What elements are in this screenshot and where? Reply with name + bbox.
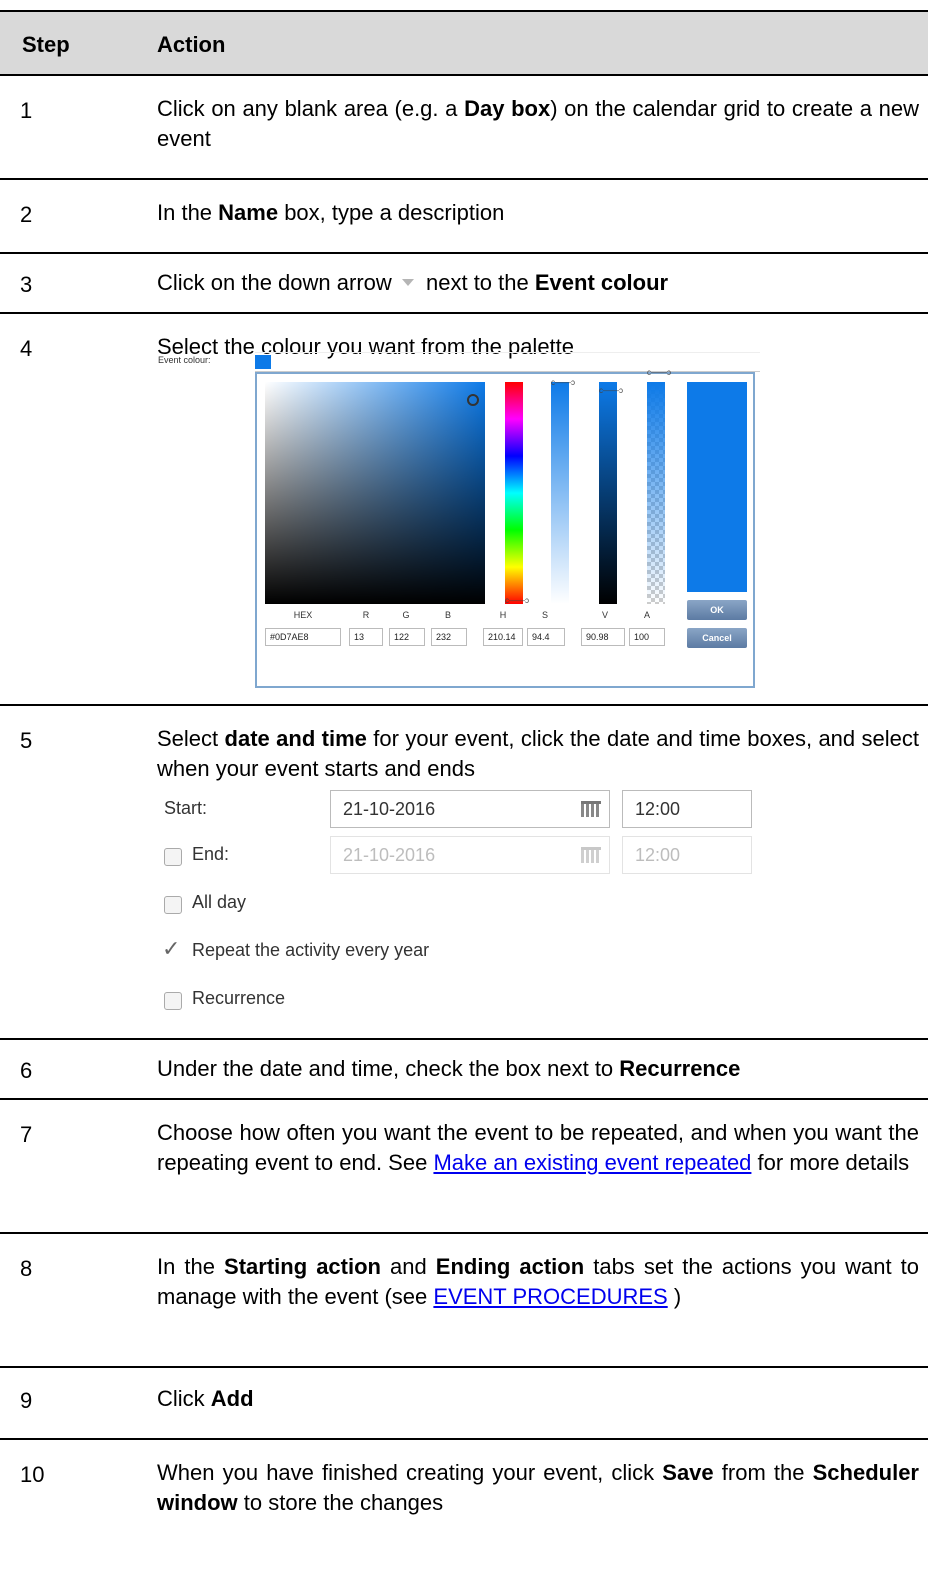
step-number: 10: [20, 1462, 45, 1487]
end-date-field[interactable]: 21-10-2016: [330, 836, 610, 874]
cancel-button[interactable]: Cancel: [687, 628, 747, 648]
ok-button[interactable]: OK: [687, 600, 747, 620]
v-label: V: [601, 610, 608, 620]
step-number: 3: [20, 272, 33, 297]
table-row: 8 In the Starting action and Ending acti…: [0, 1234, 928, 1368]
table-header: Step Action: [0, 10, 928, 76]
start-time-field[interactable]: 12:00: [622, 790, 752, 828]
step-number: 1: [20, 98, 33, 123]
step-number: 4: [20, 336, 33, 361]
table-row: 1 Click on any blank area (e.g. a Day bo…: [0, 76, 928, 180]
b-label: B: [444, 610, 451, 620]
step-number: 5: [20, 728, 33, 753]
down-arrow-icon: [401, 279, 414, 287]
calendar-icon[interactable]: [581, 801, 601, 817]
g-field[interactable]: 122: [389, 628, 425, 646]
step-text: In the Name box, type a description: [157, 200, 505, 225]
saturation-slider-handle[interactable]: c——ɔ: [551, 378, 575, 387]
r-label: R: [362, 610, 370, 620]
all-day-checkbox[interactable]: [164, 896, 182, 914]
step-number: 8: [20, 1256, 33, 1281]
color-picker: Event colour: c——ɔ c——ɔ c——ɔ c——ɔ OK Can…: [150, 350, 762, 690]
a-label: A: [643, 610, 650, 620]
step-text: Choose how often you want the event to b…: [157, 1120, 919, 1175]
event-procedures-link[interactable]: EVENT PROCEDURES: [433, 1284, 667, 1309]
a-field[interactable]: 100: [629, 628, 665, 646]
all-day-label: All day: [192, 892, 247, 912]
saturation-value-field[interactable]: [265, 382, 485, 604]
colour-swatch: [255, 355, 271, 369]
saturation-slider[interactable]: [551, 382, 569, 604]
hex-field[interactable]: #0D7AE8: [265, 628, 341, 646]
r-field[interactable]: 13: [349, 628, 383, 646]
h-label: H: [499, 610, 507, 620]
step-text: Click on the down arrow next to the Even…: [157, 270, 669, 295]
step-text: Select date and time for your event, cli…: [157, 726, 920, 781]
step-number: 2: [20, 202, 33, 227]
calendar-icon[interactable]: [581, 847, 601, 863]
start-label: Start:: [164, 798, 208, 818]
step-text: In the Starting action and Ending action…: [157, 1254, 920, 1309]
picker-panel: c——ɔ c——ɔ c——ɔ c——ɔ OK Cancel HEX R G B …: [255, 368, 755, 688]
make-existing-event-repeated-link[interactable]: Make an existing event repeated: [433, 1150, 751, 1175]
alpha-slider[interactable]: [647, 382, 665, 604]
table-row: 10 When you have finished creating your …: [0, 1440, 928, 1578]
hue-slider[interactable]: [505, 382, 523, 604]
checkmark-icon[interactable]: ✓: [162, 936, 180, 962]
table-row: 3 Click on the down arrow next to the Ev…: [0, 254, 928, 314]
h-field[interactable]: 210.14: [483, 628, 523, 646]
step-number: 6: [20, 1058, 33, 1083]
s-field[interactable]: 94.4: [527, 628, 565, 646]
colour-preview: [687, 382, 747, 592]
header-step: Step: [22, 32, 70, 57]
header-action: Action: [157, 32, 226, 57]
alpha-slider-handle[interactable]: c——ɔ: [647, 368, 671, 377]
event-colour-select[interactable]: [255, 352, 760, 372]
v-field[interactable]: 90.98: [581, 628, 625, 646]
hex-label: HEX: [293, 610, 313, 620]
step-number: 7: [20, 1122, 33, 1147]
step-text: When you have finished creating your eve…: [157, 1460, 919, 1515]
step-text: Click on any blank area (e.g. a Day box)…: [157, 96, 919, 151]
end-label: End:: [192, 844, 230, 864]
end-time-field[interactable]: 12:00: [622, 836, 752, 874]
table-row: 7 Choose how often you want the event to…: [0, 1100, 928, 1234]
datetime-form: Start: 21-10-2016 12:00 End: 21-10-2016 …: [160, 788, 760, 1018]
g-label: G: [402, 610, 410, 620]
step-number: 9: [20, 1388, 33, 1413]
table-row: 9 Click Add: [0, 1368, 928, 1440]
hue-slider-handle[interactable]: c——ɔ: [505, 596, 529, 605]
recurrence-checkbox[interactable]: [164, 992, 182, 1010]
instruction-table: Step Action 1 Click on any blank area (e…: [0, 0, 928, 1578]
event-colour-label: Event colour:: [158, 355, 211, 365]
b-field[interactable]: 232: [431, 628, 467, 646]
table-row: 2 In the Name box, type a description: [0, 180, 928, 254]
colour-selector-handle[interactable]: [467, 394, 479, 406]
value-slider-handle[interactable]: c——ɔ: [599, 386, 623, 395]
s-label: S: [541, 610, 548, 620]
end-checkbox[interactable]: [164, 848, 182, 866]
value-slider[interactable]: [599, 382, 617, 604]
step-text: Under the date and time, check the box n…: [157, 1056, 741, 1081]
start-date-field[interactable]: 21-10-2016: [330, 790, 610, 828]
table-row: 6 Under the date and time, check the box…: [0, 1040, 928, 1100]
step-text: Click Add: [157, 1386, 254, 1411]
recurrence-label: Recurrence: [192, 988, 286, 1008]
repeat-year-label: Repeat the activity every year: [192, 940, 430, 960]
